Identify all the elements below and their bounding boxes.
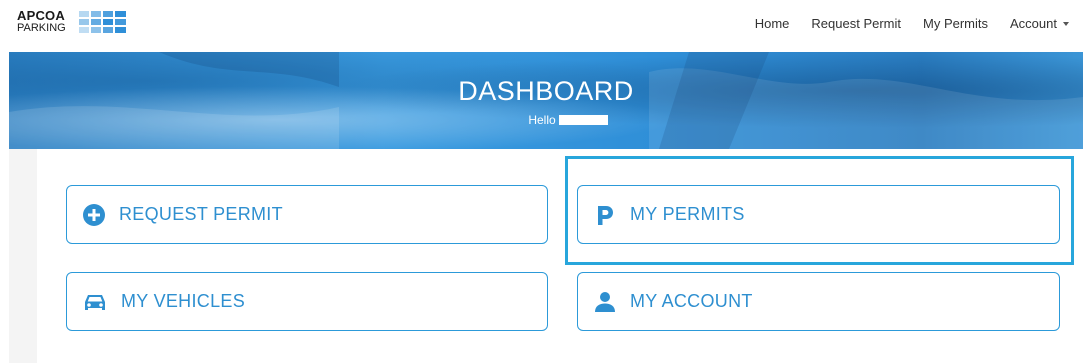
greeting-inner: Hello	[528, 113, 608, 127]
nav-home[interactable]: Home	[755, 16, 790, 31]
request-permit-label: REQUEST PERMIT	[119, 204, 283, 224]
greeting: Hello	[9, 113, 1083, 127]
car-icon	[85, 294, 105, 310]
plus-circle-icon	[83, 203, 105, 226]
nav-account-label: Account	[1010, 16, 1057, 31]
my-vehicles-label: MY VEHICLES	[121, 291, 246, 311]
my-account-button[interactable]: MY ACCOUNT	[577, 272, 1060, 331]
my-account-label: MY ACCOUNT	[630, 291, 753, 311]
nav-request-permit[interactable]: Request Permit	[811, 16, 901, 31]
main-nav: Home Request Permit My Permits Account	[733, 16, 1069, 31]
left-gutter	[9, 149, 37, 363]
top-navbar: APCOA PARKING Home Request Permit My Per…	[0, 0, 1083, 52]
my-permits-label: MY PERMITS	[630, 204, 745, 224]
nav-account-dropdown[interactable]: Account	[1010, 16, 1069, 31]
user-icon	[595, 291, 615, 312]
apcoa-parking-logo[interactable]: APCOA PARKING	[17, 8, 127, 36]
parking-p-icon	[598, 205, 613, 225]
logo-line-1: APCOA	[17, 8, 65, 23]
greeting-text: Hello	[528, 113, 556, 127]
nav-my-permits[interactable]: My Permits	[923, 16, 988, 31]
logo-grid-icon	[79, 11, 126, 33]
logo-text: APCOA PARKING	[17, 8, 66, 34]
redacted-username	[558, 114, 608, 125]
request-permit-button[interactable]: REQUEST PERMIT	[66, 185, 548, 244]
page-title: DASHBOARD	[458, 76, 634, 106]
caret-down-icon	[1063, 21, 1069, 26]
my-vehicles-button[interactable]: MY VEHICLES	[66, 272, 548, 331]
my-permits-button[interactable]: MY PERMITS	[577, 185, 1060, 244]
logo-line-2: PARKING	[17, 22, 66, 34]
dashboard-hero-banner: DASHBOARD Hello	[9, 52, 1083, 149]
